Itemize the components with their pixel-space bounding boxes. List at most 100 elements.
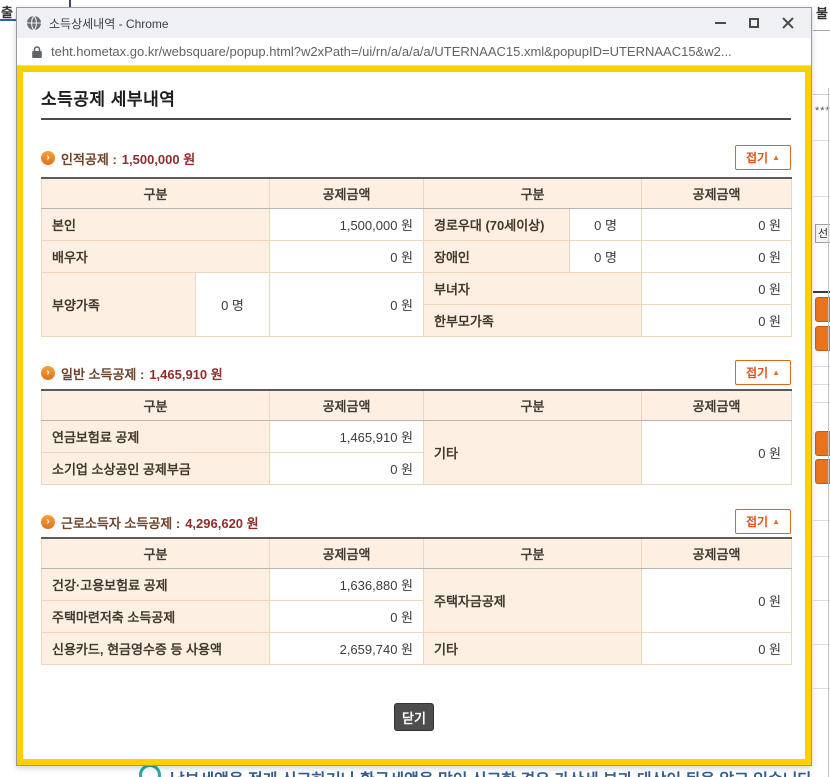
column-header: 구분 — [424, 538, 642, 569]
collapse-label: 접기 — [746, 149, 768, 166]
earned-income-deduction-table: 구분 공제금액 구분 공제금액 건강·고용보험료 공제 1,636,880 원 … — [41, 537, 792, 665]
cell-value: 0 원 — [270, 273, 424, 337]
cell-label: 주택마련저축 소득공제 — [42, 601, 270, 633]
cell-value: 0 원 — [642, 273, 792, 305]
section-header-personal: › 인적공제 : 1,500,000 원 접기 ▲ — [41, 145, 791, 171]
cell-label: 경로우대 (70세이상) — [424, 209, 570, 241]
cell-value: 0 원 — [270, 241, 424, 273]
background-underline — [0, 19, 16, 21]
close-window-button[interactable] — [771, 8, 805, 38]
column-header: 구분 — [42, 538, 270, 569]
section-label: 일반 소득공제 : — [61, 364, 144, 383]
cell-label: 건강·고용보험료 공제 — [42, 569, 270, 601]
cell-label: 기타 — [424, 633, 642, 665]
column-header: 구분 — [424, 178, 642, 209]
cell-value: 0 원 — [642, 633, 792, 665]
window-titlebar[interactable]: 소득상세내역 - Chrome — [17, 8, 811, 38]
cell-value: 0 원 — [270, 453, 424, 485]
cell-label: 기타 — [424, 421, 642, 485]
cell-label: 부녀자 — [424, 273, 642, 305]
title-divider — [41, 118, 791, 120]
popup-frame: 소득공제 세부내역 › 인적공제 : 1,500,000 원 접기 ▲ — [17, 66, 811, 765]
cell-label: 소기업 소상공인 공제부금 — [42, 453, 270, 485]
section-header-general: › 일반 소득공제 : 1,465,910 원 접기 ▲ — [41, 360, 791, 386]
cell-count: 0 명 — [570, 241, 642, 273]
table-header-row: 구분 공제금액 구분 공제금액 — [42, 178, 792, 209]
background-notice-text: 납부세액을 적게 신고하거나 환급세액을 많이 신고한 경우 가산세 부과 대상… — [170, 766, 817, 777]
section-label: 인적공제 : — [61, 149, 117, 168]
table-row: 연금보험료 공제 1,465,910 원 기타 0 원 — [42, 421, 792, 453]
popup-content: 소득공제 세부내역 › 인적공제 : 1,500,000 원 접기 ▲ — [23, 72, 805, 759]
cell-label: 연금보험료 공제 — [42, 421, 270, 453]
column-header: 공제금액 — [642, 390, 792, 421]
table-row: 배우자 0 원 장애인 0 명 0 원 — [42, 241, 792, 273]
cell-value: 1,465,910 원 — [270, 421, 424, 453]
collapse-label: 접기 — [746, 513, 768, 530]
background-right-strip: 불 *** 선 — [813, 0, 830, 777]
cell-count: 0 명 — [570, 209, 642, 241]
section-amount: 1,465,910 원 — [149, 364, 222, 383]
section-label: 근로소득자 소득공제 : — [61, 513, 180, 532]
address-url: teht.hometax.go.kr/websquare/popup.html?… — [51, 44, 732, 59]
maximize-button[interactable] — [737, 8, 771, 38]
cell-value: 0 원 — [642, 421, 792, 485]
column-header: 구분 — [424, 390, 642, 421]
chevron-circle-icon: › — [41, 515, 55, 529]
personal-deduction-table: 구분 공제금액 구분 공제금액 본인 1,500,000 원 경로우대 (70세… — [41, 177, 792, 337]
table-header-row: 구분 공제금액 구분 공제금액 — [42, 538, 792, 569]
table-row: 부양가족 0 명 0 원 부녀자 0 원 — [42, 273, 792, 305]
cell-count: 0 명 — [196, 273, 270, 337]
cell-value: 1,636,880 원 — [270, 569, 424, 601]
column-header: 공제금액 — [270, 178, 424, 209]
cell-label: 주택자금공제 — [424, 569, 642, 633]
collapse-label: 접기 — [746, 364, 768, 381]
chevron-circle-icon: › — [41, 151, 55, 165]
collapse-button-personal[interactable]: 접기 ▲ — [735, 145, 791, 170]
general-deduction-table: 구분 공제금액 구분 공제금액 연금보험료 공제 1,465,910 원 기타 … — [41, 389, 792, 485]
table-row: 신용카드, 현금영수증 등 사용액 2,659,740 원 기타 0 원 — [42, 633, 792, 665]
cell-label: 한부모가족 — [424, 305, 642, 337]
window-title: 소득상세내역 - Chrome — [49, 15, 169, 32]
table-row: 건강·고용보험료 공제 1,636,880 원 주택자금공제 0 원 — [42, 569, 792, 601]
cell-value: 0 원 — [642, 209, 792, 241]
cell-value: 0 원 — [642, 305, 792, 337]
popup-window: 소득상세내역 - Chrome teht.hometax.go.kr/websq… — [16, 7, 812, 766]
cell-label: 본인 — [42, 209, 270, 241]
background-column-border — [828, 88, 829, 777]
column-header: 공제금액 — [642, 178, 792, 209]
background-line — [813, 30, 830, 31]
triangle-up-icon: ▲ — [772, 369, 780, 377]
chevron-circle-icon: › — [41, 366, 55, 380]
cell-value: 0 원 — [270, 601, 424, 633]
background-text-top-right: 불 — [816, 3, 828, 22]
table-row: 본인 1,500,000 원 경로우대 (70세이상) 0 명 0 원 — [42, 209, 792, 241]
globe-favicon-icon — [26, 15, 42, 31]
triangle-up-icon: ▲ — [772, 518, 780, 526]
section-amount: 4,296,620 원 — [185, 513, 258, 532]
cell-label: 신용카드, 현금영수증 등 사용액 — [42, 633, 270, 665]
address-bar[interactable]: teht.hometax.go.kr/websquare/popup.html?… — [17, 38, 811, 66]
cell-value: 0 원 — [642, 569, 792, 633]
cell-label: 배우자 — [42, 241, 270, 273]
background-divider — [69, 0, 71, 7]
cell-value: 2,659,740 원 — [270, 633, 424, 665]
table-header-row: 구분 공제금액 구분 공제금액 — [42, 390, 792, 421]
section-header-earned-income: › 근로소득자 소득공제 : 4,296,620 원 접기 ▲ — [41, 509, 791, 535]
cell-value: 1,500,000 원 — [270, 209, 424, 241]
column-header: 공제금액 — [270, 538, 424, 569]
collapse-button-earned-income[interactable]: 접기 ▲ — [735, 509, 791, 534]
column-header: 구분 — [42, 178, 270, 209]
lock-icon — [31, 45, 43, 59]
close-dialog-button[interactable]: 닫기 — [394, 703, 434, 731]
collapse-button-general[interactable]: 접기 ▲ — [735, 360, 791, 385]
minimize-button[interactable] — [703, 8, 737, 38]
column-header: 구분 — [42, 390, 270, 421]
section-amount: 1,500,000 원 — [122, 149, 195, 168]
column-header: 공제금액 — [270, 390, 424, 421]
window-controls — [703, 8, 805, 38]
page-title: 소득공제 세부내역 — [41, 85, 175, 110]
cell-label: 장애인 — [424, 241, 570, 273]
column-header: 공제금액 — [642, 538, 792, 569]
triangle-up-icon: ▲ — [772, 154, 780, 162]
screen: 출 불 *** 선 납부세액을 적게 신고하거나 환급세액을 많이 신고한 경우… — [0, 0, 830, 777]
